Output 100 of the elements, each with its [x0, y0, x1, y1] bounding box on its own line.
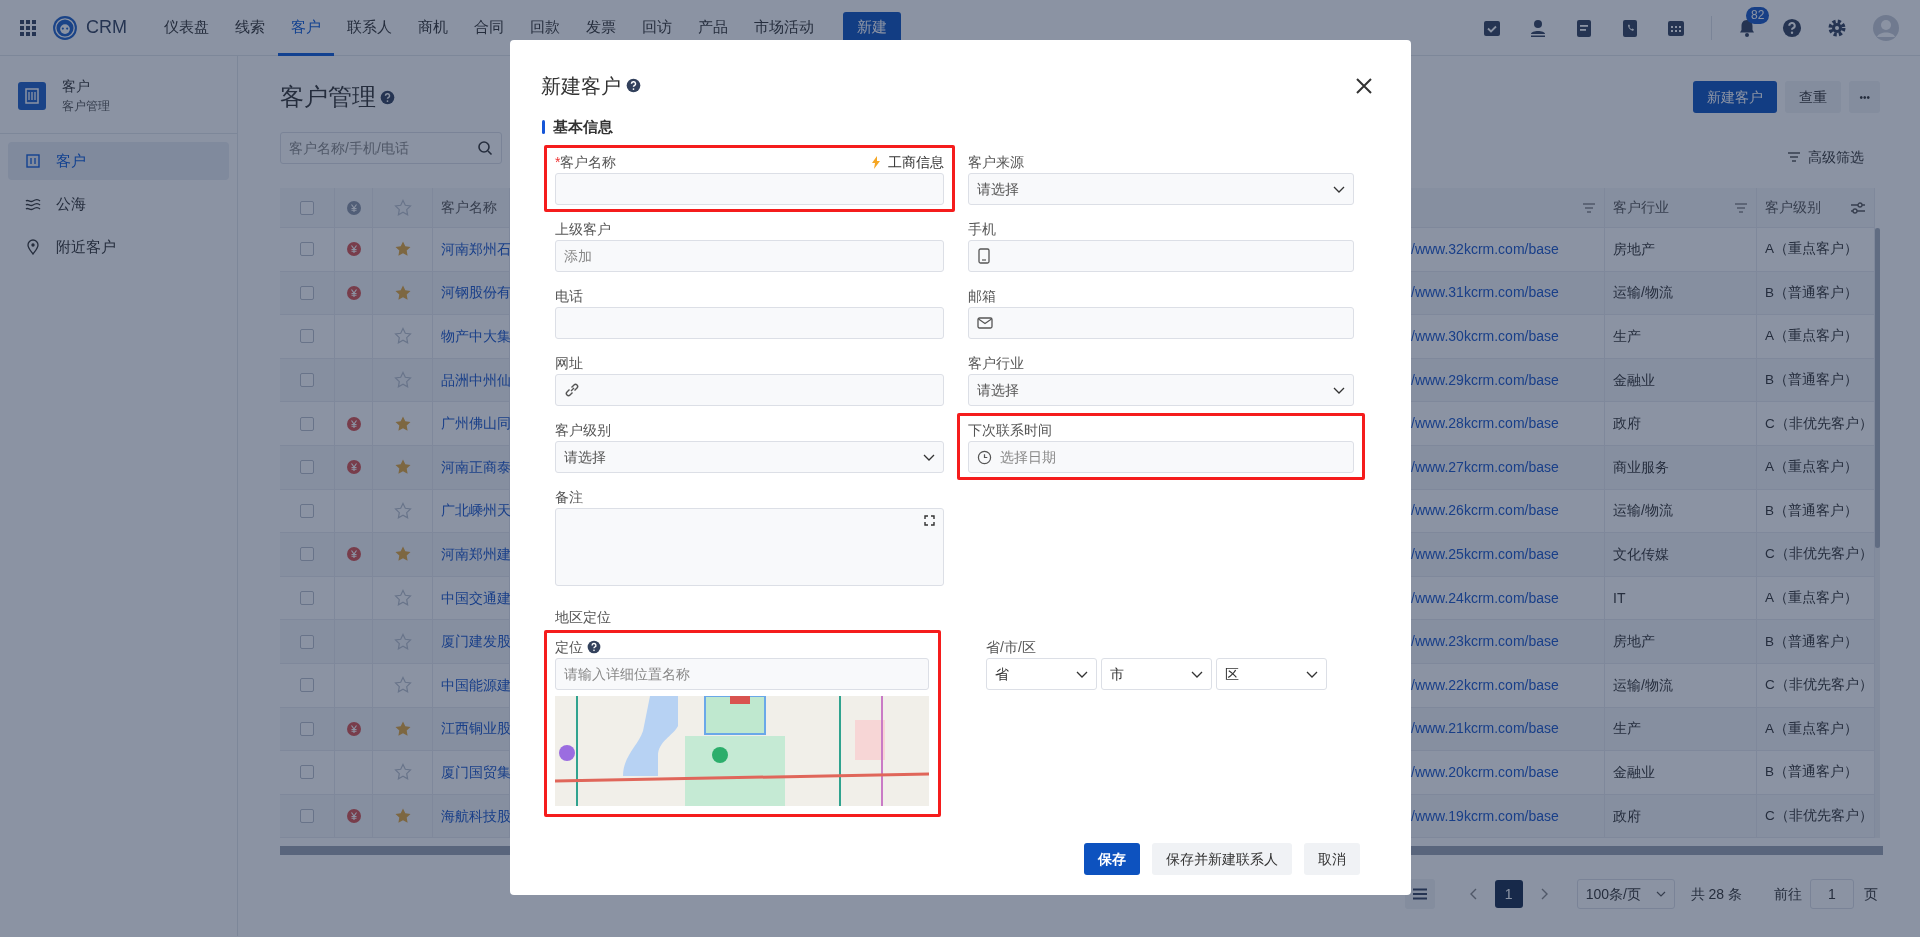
checkbox[interactable]	[300, 634, 314, 649]
chevron-down-icon	[1333, 185, 1345, 193]
app-grid-icon[interactable]	[20, 19, 36, 36]
sidebar-item[interactable]: 客户	[8, 142, 229, 180]
more-button[interactable]: •••	[1849, 81, 1880, 113]
avatar-icon[interactable]	[1872, 13, 1900, 42]
website-link[interactable]: /www.30kcrm.com/base	[1411, 326, 1559, 347]
page-size-select[interactable]: 100条/页	[1576, 879, 1675, 910]
total-count: 共 28 条	[1690, 884, 1742, 904]
select-field[interactable]: 请选择	[968, 173, 1354, 205]
action-button[interactable]: 新建客户	[1693, 81, 1778, 113]
checkbox[interactable]	[300, 721, 314, 736]
input-field[interactable]	[968, 307, 1354, 339]
business-info-link[interactable]: 工商信息	[872, 151, 944, 173]
customer-name-link[interactable]: 物产中大集	[441, 326, 511, 347]
scrollbar-thumb[interactable]	[1875, 228, 1880, 548]
input-field[interactable]	[968, 240, 1354, 272]
input-field[interactable]: 选择日期	[968, 441, 1354, 473]
checkbox[interactable]	[300, 503, 314, 518]
customer-name-link[interactable]: 河钢股份有	[441, 282, 511, 304]
page-number-button[interactable]: 1	[1494, 880, 1523, 909]
customer-name-link[interactable]: 海航科技股	[441, 805, 511, 827]
checkbox[interactable]	[300, 765, 314, 780]
customer-name-link[interactable]: 河南正商泰	[441, 456, 511, 478]
input-field[interactable]	[555, 173, 944, 205]
column-settings-icon[interactable]	[1850, 200, 1866, 215]
website-link[interactable]: /www.31kcrm.com/base	[1411, 282, 1559, 304]
customer-name-link[interactable]: 广州佛山同	[441, 413, 511, 435]
close-icon[interactable]	[1355, 76, 1373, 95]
dialog-button[interactable]: 取消	[1304, 843, 1360, 875]
website-link[interactable]: /www.27kcrm.com/base	[1411, 456, 1559, 478]
checkbox[interactable]	[300, 416, 314, 431]
website-link[interactable]: /www.24kcrm.com/base	[1411, 587, 1559, 609]
action-button[interactable]: 查重	[1785, 81, 1842, 113]
website-link[interactable]: /www.26kcrm.com/base	[1411, 500, 1559, 522]
select-field[interactable]: 请选择	[555, 441, 944, 473]
website-link[interactable]: /www.23kcrm.com/base	[1411, 631, 1559, 653]
select-field[interactable]: 市	[1101, 658, 1212, 690]
customer-name-link[interactable]: 中国能源建	[441, 674, 511, 696]
building-icon	[18, 81, 46, 110]
website-link[interactable]: /www.19kcrm.com/base	[1411, 805, 1559, 827]
sidebar-item[interactable]: 附近客户	[8, 228, 229, 266]
checkbox[interactable]	[300, 678, 314, 693]
input-field[interactable]	[555, 374, 944, 406]
checkbox[interactable]	[300, 200, 314, 215]
mail-icon	[977, 317, 993, 329]
dialog-button[interactable]: 保存	[1084, 843, 1140, 875]
nav-menu-item[interactable]: 商机	[405, 0, 461, 56]
website-link[interactable]: /www.20kcrm.com/base	[1411, 761, 1559, 783]
expand-icon[interactable]	[924, 515, 935, 526]
select-field[interactable]: 请选择	[968, 374, 1354, 406]
customer-name-link[interactable]: 品洲中州仙	[441, 369, 511, 391]
website-link[interactable]: /www.29kcrm.com/base	[1411, 369, 1559, 391]
help-icon[interactable]	[1782, 17, 1802, 38]
page-input[interactable]: 1	[1810, 879, 1854, 910]
checkbox[interactable]	[300, 460, 314, 475]
checkbox[interactable]	[300, 373, 314, 388]
clock-icon	[977, 449, 992, 465]
customer-name-link[interactable]: 厦门国贸集	[441, 761, 511, 783]
dialog-button[interactable]: 保存并新建联系人	[1152, 843, 1292, 875]
website-link[interactable]: /www.21kcrm.com/base	[1411, 718, 1559, 740]
sidebar-item[interactable]: 公海	[8, 185, 229, 223]
checkbox[interactable]	[300, 591, 314, 606]
customer-name-link[interactable]: 厦门建发股	[441, 631, 511, 653]
nav-menu-item[interactable]: 仪表盘	[151, 0, 222, 56]
table-cell-text: 生产	[1613, 719, 1641, 739]
required-asterisk: *	[555, 152, 561, 172]
lightning-icon	[872, 155, 880, 169]
field-label: 手机	[968, 219, 996, 239]
customer-name-link[interactable]: 江西铜业股	[441, 718, 511, 740]
website-link[interactable]: /www.32kcrm.com/base	[1411, 238, 1559, 260]
column-header: 客户名称	[441, 198, 497, 217]
customer-name-link[interactable]: 河南郑州建	[441, 543, 511, 565]
input-field[interactable]: 添加	[555, 240, 944, 272]
search-field[interactable]: 客户名称/手机/电话	[280, 132, 502, 164]
advanced-filter-button[interactable]: 高级筛选	[1788, 146, 1880, 168]
select-field[interactable]: 区	[1216, 658, 1327, 690]
checkbox[interactable]	[300, 242, 314, 257]
nav-menu-item[interactable]: 客户	[278, 0, 334, 56]
table-cell-text: B（普通客户）	[1765, 763, 1858, 782]
customer-name-link[interactable]: 河南郑州石	[441, 238, 511, 260]
customer-name-link[interactable]: 广北嵊州天	[441, 500, 511, 522]
textarea-field[interactable]	[555, 508, 944, 586]
table-cell-text: 房地产	[1613, 632, 1655, 652]
checkbox[interactable]	[300, 547, 314, 562]
input-field[interactable]: 请输入详细位置名称	[555, 658, 929, 690]
checkbox[interactable]	[300, 329, 314, 344]
website-link[interactable]: /www.25kcrm.com/base	[1411, 543, 1559, 565]
customer-name-link[interactable]: 中国交通建	[441, 587, 511, 609]
chevron-down-icon	[1655, 891, 1666, 898]
checkbox[interactable]	[300, 285, 314, 300]
website-link[interactable]: /www.22kcrm.com/base	[1411, 674, 1559, 696]
nav-menu-item[interactable]: 线索	[222, 0, 278, 56]
chevron-left-icon[interactable]	[1468, 888, 1479, 901]
yuan-icon	[346, 200, 361, 215]
input-field[interactable]	[555, 307, 944, 339]
checkbox[interactable]	[300, 809, 314, 823]
website-link[interactable]: /www.28kcrm.com/base	[1411, 413, 1559, 435]
nav-menu-item[interactable]: 联系人	[334, 0, 405, 56]
select-field[interactable]: 省	[986, 658, 1097, 690]
